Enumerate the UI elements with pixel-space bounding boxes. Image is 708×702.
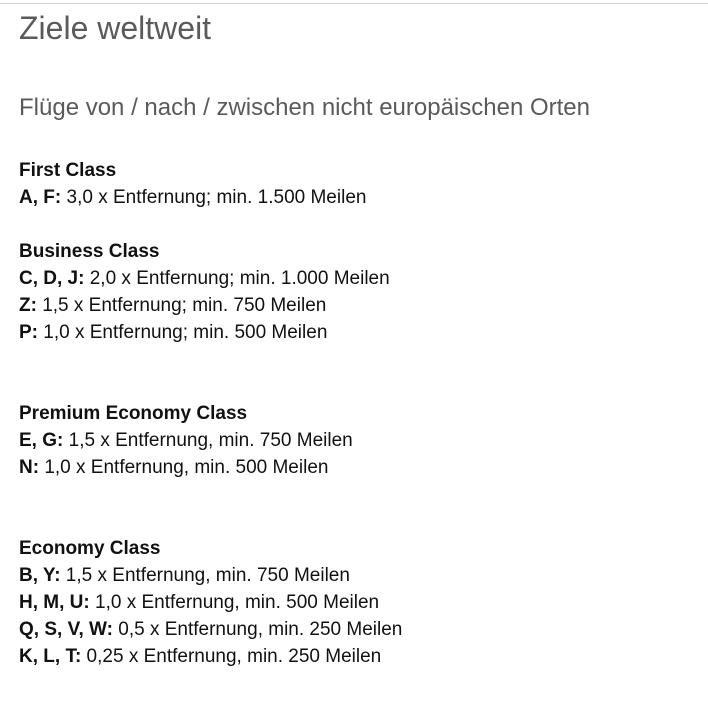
rate-text: 3,0 x Entfernung; min. 1.500 Meilen [61,187,367,208]
booking-codes: C, D, J: [19,268,85,289]
class-heading: First Class [19,160,117,181]
rate-text: 1,5 x Entfernung, min. 750 Meilen [63,430,353,451]
rate-line: P: 1,0 x Entfernung; min. 500 Meilen [19,319,390,346]
rate-text: 2,0 x Entfernung; min. 1.000 Meilen [84,268,390,289]
booking-codes: Z: [19,295,37,316]
booking-codes: Q, S, V, W: [19,619,113,640]
rate-line: A, F: 3,0 x Entfernung; min. 1.500 Meile… [19,184,366,211]
rate-text: 1,0 x Entfernung, min. 500 Meilen [39,457,329,478]
rate-line: Z: 1,5 x Entfernung; min. 750 Meilen [19,292,390,319]
booking-codes: A, F: [19,187,62,208]
class-heading: Economy Class [19,538,161,559]
rate-text: 1,0 x Entfernung; min. 500 Meilen [38,322,328,343]
rate-text: 1,5 x Entfernung; min. 750 Meilen [36,295,327,316]
rate-line: H, M, U: 1,0 x Entfernung, min. 500 Meil… [19,589,402,616]
rate-line: C, D, J: 2,0 x Entfernung; min. 1.000 Me… [19,265,390,292]
class-heading: Premium Economy Class [19,403,248,424]
booking-codes: N: [19,457,40,478]
page-title: Ziele weltweit [19,10,212,46]
rate-text: 1,0 x Entfernung, min. 500 Meilen [89,592,380,613]
section-title: Flüge von / nach / zwischen nicht europä… [19,94,590,121]
booking-codes: P: [19,322,38,343]
booking-codes: B, Y: [19,565,61,586]
rate-line: N: 1,0 x Entfernung, min. 500 Meilen [19,454,353,481]
booking-codes: E, G: [19,430,64,451]
rate-text: 1,5 x Entfernung, min. 750 Meilen [60,565,350,586]
booking-codes: H, M, U: [19,592,90,613]
rate-line: Q, S, V, W: 0,5 x Entfernung, min. 250 M… [19,616,402,643]
rate-line: E, G: 1,5 x Entfernung, min. 750 Meilen [19,427,353,454]
class-block-economy: Economy Class B, Y: 1,5 x Entfernung, mi… [19,535,402,670]
rate-line: K, L, T: 0,25 x Entfernung, min. 250 Mei… [19,643,402,670]
class-block-first: First Class A, F: 3,0 x Entfernung; min.… [19,157,366,211]
rate-text: 0,5 x Entfernung, min. 250 Meilen [112,619,403,640]
rate-text: 0,25 x Entfernung, min. 250 Meilen [81,646,382,667]
class-heading: Business Class [19,241,160,262]
top-divider [0,3,708,4]
class-block-premium-economy: Premium Economy Class E, G: 1,5 x Entfer… [19,400,353,481]
booking-codes: K, L, T: [19,646,82,667]
class-block-business: Business Class C, D, J: 2,0 x Entfernung… [19,238,390,346]
rate-line: B, Y: 1,5 x Entfernung, min. 750 Meilen [19,562,402,589]
